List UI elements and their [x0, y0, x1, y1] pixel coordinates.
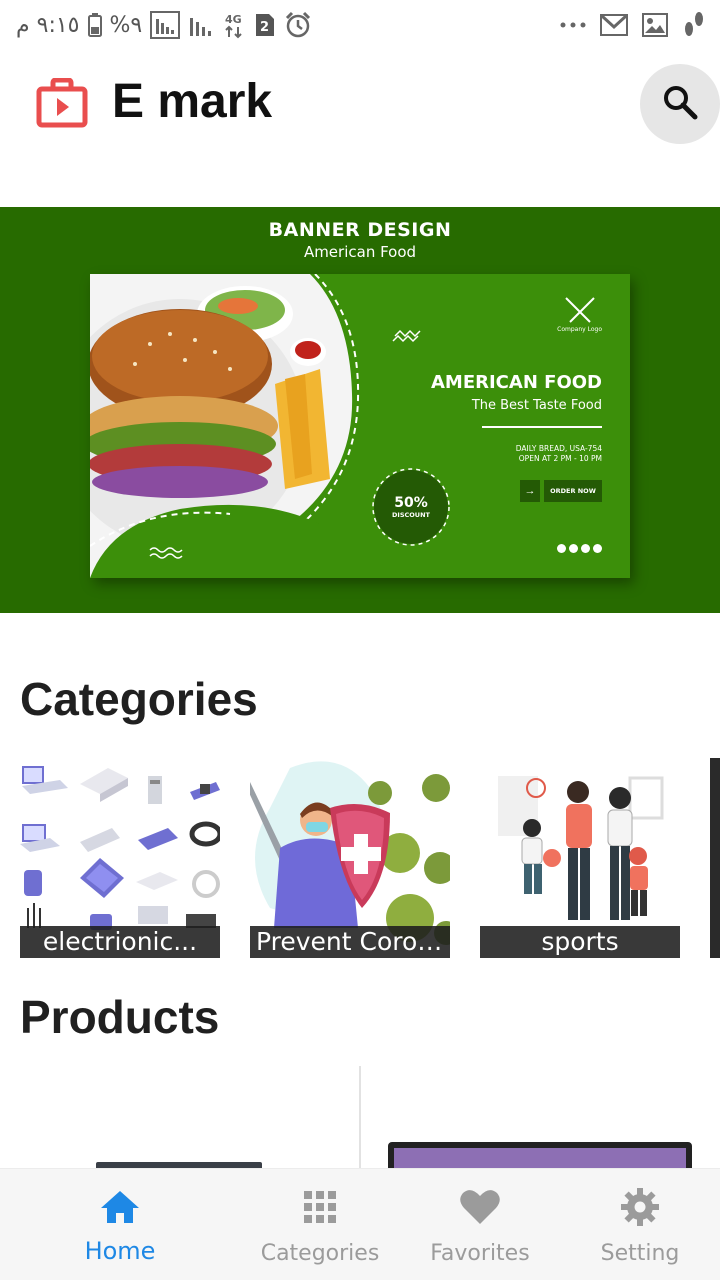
shopping-bag-play-icon — [36, 77, 88, 128]
ad-heading: AMERICAN FOOD — [430, 372, 602, 393]
order-now-label: ORDER NOW — [544, 480, 602, 502]
nav-label-favorites: Favorites — [430, 1241, 530, 1266]
footprint-icon — [682, 11, 706, 39]
arrow-right-icon: → — [520, 480, 540, 502]
laptop-screen — [394, 1148, 686, 1170]
search-button[interactable] — [640, 64, 720, 144]
discount-percent: 50% — [394, 495, 428, 511]
ad-hours: OPEN AT 2 PM - 10 PM — [518, 454, 602, 463]
category-label: electrionic... — [20, 926, 220, 958]
ad-tagline: The Best Taste Food — [471, 398, 602, 413]
more-icon — [560, 21, 586, 29]
app-bar: E mark — [0, 50, 720, 160]
category-card-sports[interactable]: sports — [480, 758, 680, 958]
heart-icon — [458, 1187, 502, 1227]
nav-item-categories[interactable]: Categories — [230, 1169, 410, 1280]
instagram-icon — [557, 544, 566, 553]
ad-divider — [482, 426, 602, 428]
facebook-icon — [569, 544, 578, 553]
category-label: sports — [480, 926, 680, 958]
network-4g-icon: 4G — [222, 11, 246, 39]
categories-list[interactable]: electrionic... Prevent Corona sports — [20, 758, 720, 958]
product-card-2[interactable] — [388, 1142, 692, 1170]
products-heading: Products — [20, 991, 220, 1043]
sim-2-icon: 2 — [254, 12, 276, 38]
social-icons — [557, 544, 602, 553]
search-icon — [661, 83, 699, 126]
bottom-navigation: Home Categories Favorites Setting — [0, 1168, 720, 1280]
gallery-icon — [642, 13, 668, 37]
gear-icon — [618, 1187, 662, 1227]
category-card-electronics[interactable]: electrionic... — [20, 758, 220, 958]
nav-label-home: Home — [84, 1237, 156, 1265]
signal-icon — [150, 11, 181, 39]
category-card-prevent-corona[interactable]: Prevent Corona — [250, 758, 450, 958]
battery-icon — [87, 13, 102, 37]
banner-subtitle: American Food — [303, 243, 417, 261]
nav-label-setting: Setting — [600, 1241, 680, 1266]
signal-icon — [188, 12, 214, 38]
discount-badge: 50% DISCOUNT — [374, 470, 448, 544]
twitter-icon — [581, 544, 590, 553]
promo-banner[interactable]: BANNER DESIGN American Food Company Logo… — [0, 207, 720, 613]
status-right — [560, 9, 706, 41]
grid-icon — [298, 1187, 342, 1227]
status-left: ٩:١٥ م %٩ 4G 2 — [16, 9, 312, 41]
banner-title: BANNER DESIGN — [268, 219, 452, 241]
status-time: ٩:١٥ م — [16, 12, 80, 38]
ad-address: DAILY BREAD, USA-754 — [515, 444, 602, 453]
gmail-icon — [600, 14, 628, 36]
battery-percent: %٩ — [109, 12, 143, 38]
nav-item-setting[interactable]: Setting — [550, 1169, 720, 1280]
product-divider — [359, 1066, 361, 1170]
ad-info: DAILY BREAD, USA-754 OPEN AT 2 PM - 10 P… — [516, 444, 602, 464]
category-label: Prevent Corona — [250, 926, 450, 958]
home-icon — [98, 1187, 142, 1227]
app-title: E mark — [112, 75, 273, 128]
nav-label-categories: Categories — [260, 1241, 380, 1266]
network-4g-label: 4G — [225, 13, 242, 26]
ad-order-group: → ORDER NOW — [520, 480, 602, 502]
company-logo-caption: Company Logo — [557, 326, 602, 333]
nav-item-favorites[interactable]: Favorites — [390, 1169, 570, 1280]
ad-card: Company Logo AMERICAN FOOD The Best Tast… — [90, 274, 630, 578]
whatsapp-icon — [593, 544, 602, 553]
sim-badge: 2 — [260, 20, 269, 35]
category-card-partial[interactable] — [710, 758, 720, 958]
discount-label: DISCOUNT — [392, 511, 430, 519]
nav-item-home[interactable]: Home — [30, 1169, 210, 1280]
alarm-icon — [284, 11, 312, 39]
products-grid — [0, 1066, 720, 1170]
status-bar: ٩:١٥ م %٩ 4G 2 — [0, 0, 720, 50]
categories-heading: Categories — [20, 673, 258, 725]
